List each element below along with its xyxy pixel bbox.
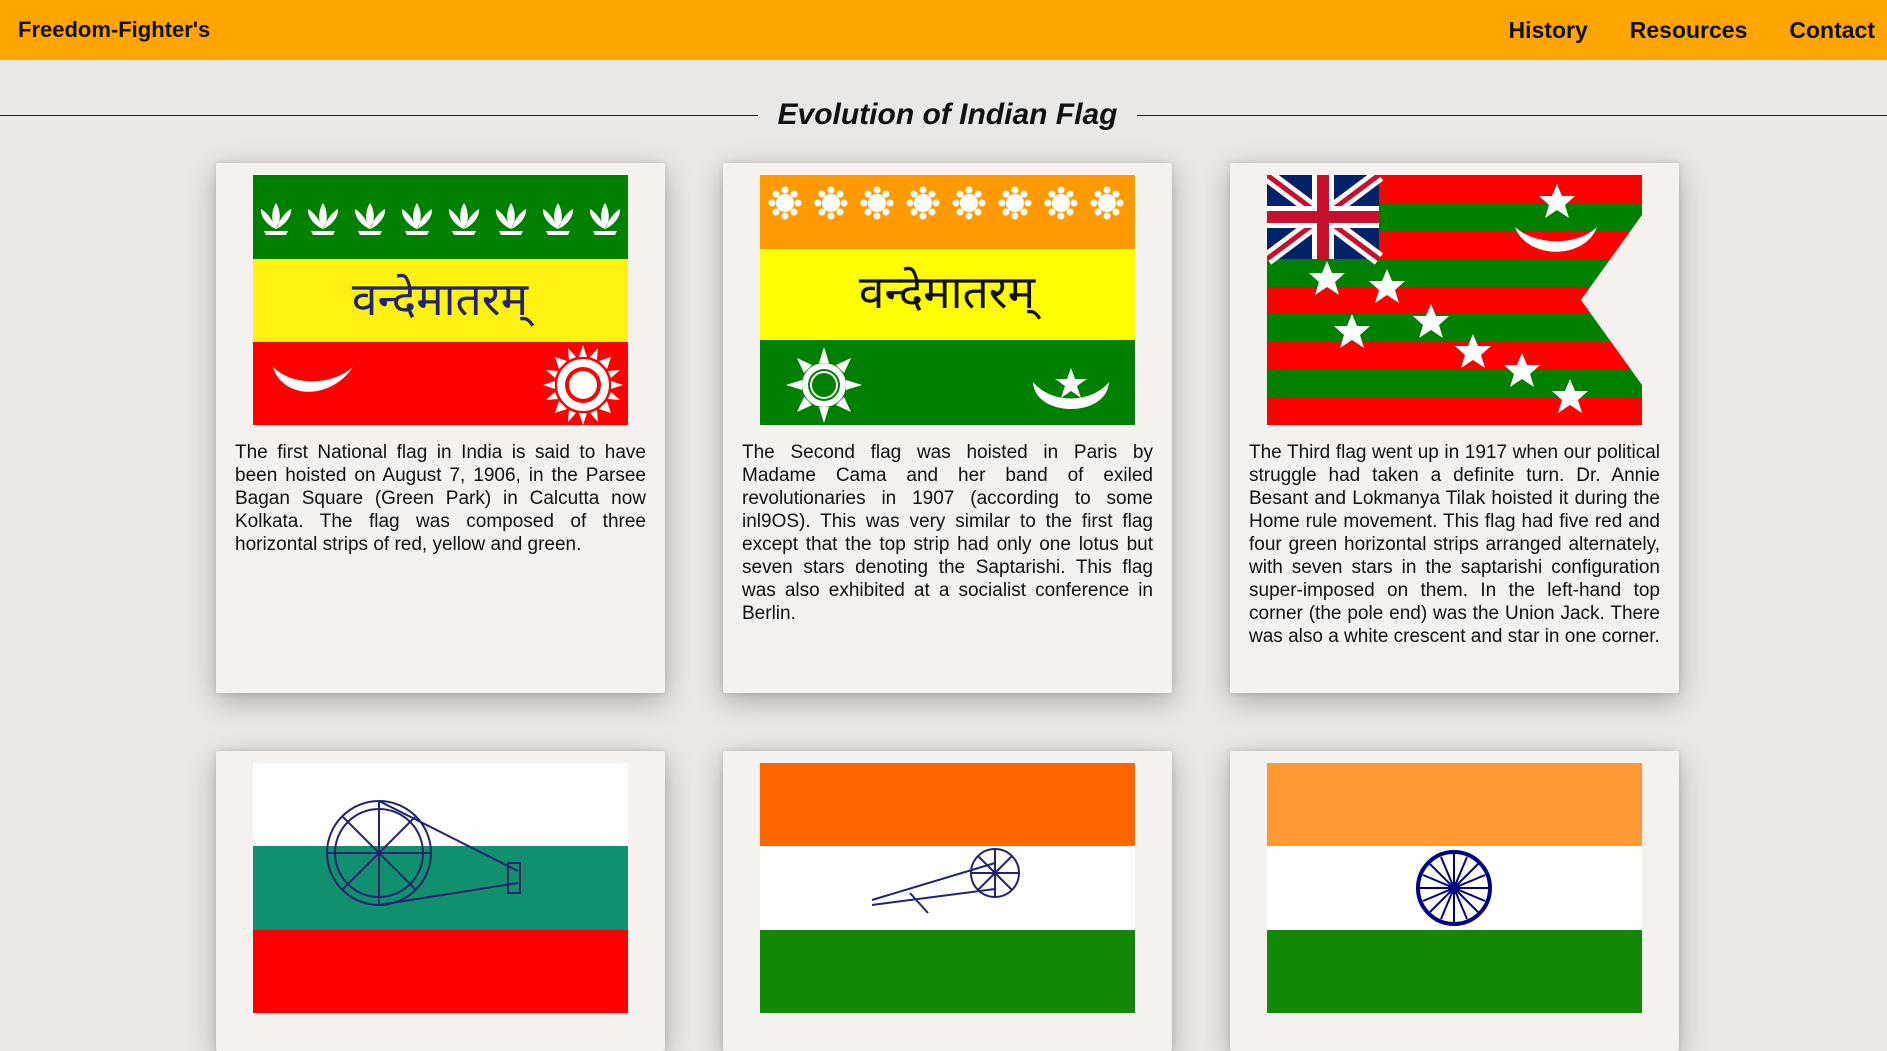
flag-motto-text: वन्देमातरम् (352, 272, 535, 327)
flag-card-1906: वन्देमातरम् (216, 163, 665, 693)
ashoka-chakra-icon (1418, 852, 1490, 924)
flag-card-1907: वन्देमातरम् The Second flag was hois (723, 163, 1172, 693)
title-divider-left (0, 115, 758, 116)
nav-link-history[interactable]: History (1509, 17, 1588, 44)
flag-image-1907: वन्देमातरम् (760, 175, 1135, 425)
section-title-bar: Evolution of Indian Flag (0, 96, 1887, 136)
brand-logo-text[interactable]: Freedom-Fighter's (18, 17, 210, 43)
paris-flag-image: वन्देमातरम् (760, 175, 1135, 425)
flag-card-1931 (723, 751, 1172, 1051)
flag-motto-text: वन्देमातरम् (859, 265, 1042, 320)
flag-card-1917: The Third flag went up in 1917 when our … (1230, 163, 1679, 693)
flag-image-1921 (253, 763, 628, 1013)
nav-link-contact[interactable]: Contact (1789, 17, 1875, 44)
nav-link-resources[interactable]: Resources (1630, 17, 1748, 44)
charkha-flag-1921-image (253, 763, 628, 1013)
union-jack-icon (1267, 175, 1379, 259)
flag-image-1917 (1267, 175, 1642, 425)
flag-image-1947 (1267, 763, 1642, 1013)
title-divider-right (1137, 115, 1887, 116)
flag-description-1917: The Third flag went up in 1917 when our … (1249, 441, 1660, 648)
home-rule-flag-image (1267, 175, 1642, 425)
flag-card-1921 (216, 751, 665, 1051)
tricolour-flag-image (1267, 763, 1642, 1013)
flag-image-1906: वन्देमातरम् (253, 175, 628, 425)
calcutta-flag-image: वन्देमातरम् (253, 175, 628, 425)
flag-card-1947 (1230, 751, 1679, 1051)
section-title: Evolution of Indian Flag (758, 96, 1137, 134)
main-nav: History Resources Contact (1467, 0, 1887, 60)
top-navbar: Freedom-Fighter's History Resources Cont… (0, 0, 1887, 60)
flag-description-1906: The first National flag in India is said… (235, 441, 646, 556)
flag-image-1931 (760, 763, 1135, 1013)
charkha-flag-1931-image (760, 763, 1135, 1013)
flag-description-1907: The Second flag was hoisted in Paris by … (742, 441, 1153, 625)
